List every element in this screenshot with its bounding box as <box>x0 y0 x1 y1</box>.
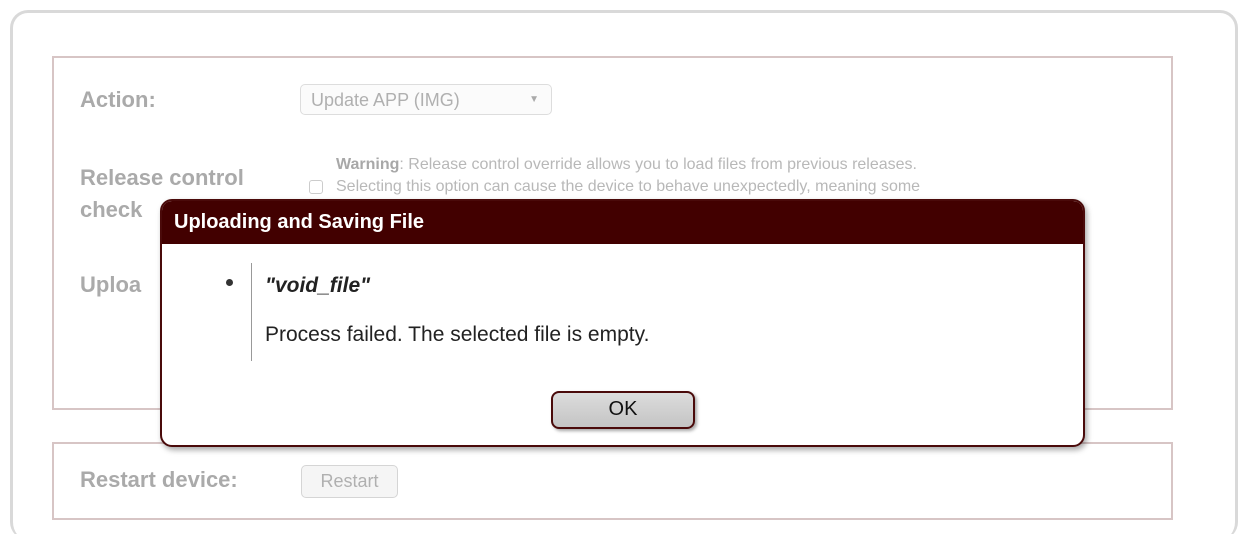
chevron-down-icon: ▼ <box>529 94 539 105</box>
release-control-label-line2: check <box>80 197 143 222</box>
restart-button[interactable]: Restart <box>301 465 398 498</box>
dialog-title: Uploading and Saving File <box>162 201 1083 244</box>
action-select[interactable]: Update APP (IMG) ▼ <box>300 84 552 115</box>
warning-line1: : Release control override allows you to… <box>399 156 917 173</box>
action-label: Action: <box>80 87 156 112</box>
message-divider <box>251 263 252 361</box>
ok-button[interactable]: OK <box>551 391 695 429</box>
upload-error-dialog: Uploading and Saving File "void_file" Pr… <box>160 199 1085 447</box>
restart-device-label: Restart device: <box>80 467 238 492</box>
file-name: "void_file" <box>265 274 371 297</box>
error-message: Process failed. The selected file is emp… <box>265 323 650 346</box>
release-control-checkbox[interactable] <box>309 180 323 194</box>
upload-label: Uploa <box>80 272 142 297</box>
warning-line2: Selecting this option can cause the devi… <box>336 178 921 195</box>
warning-title: Warning <box>336 156 400 173</box>
release-warning-text: Warning: Release control override allows… <box>336 154 1136 198</box>
bullet-icon <box>226 279 233 286</box>
action-select-value: Update APP (IMG) <box>311 90 460 110</box>
release-control-label-line1: Release control <box>80 165 244 190</box>
